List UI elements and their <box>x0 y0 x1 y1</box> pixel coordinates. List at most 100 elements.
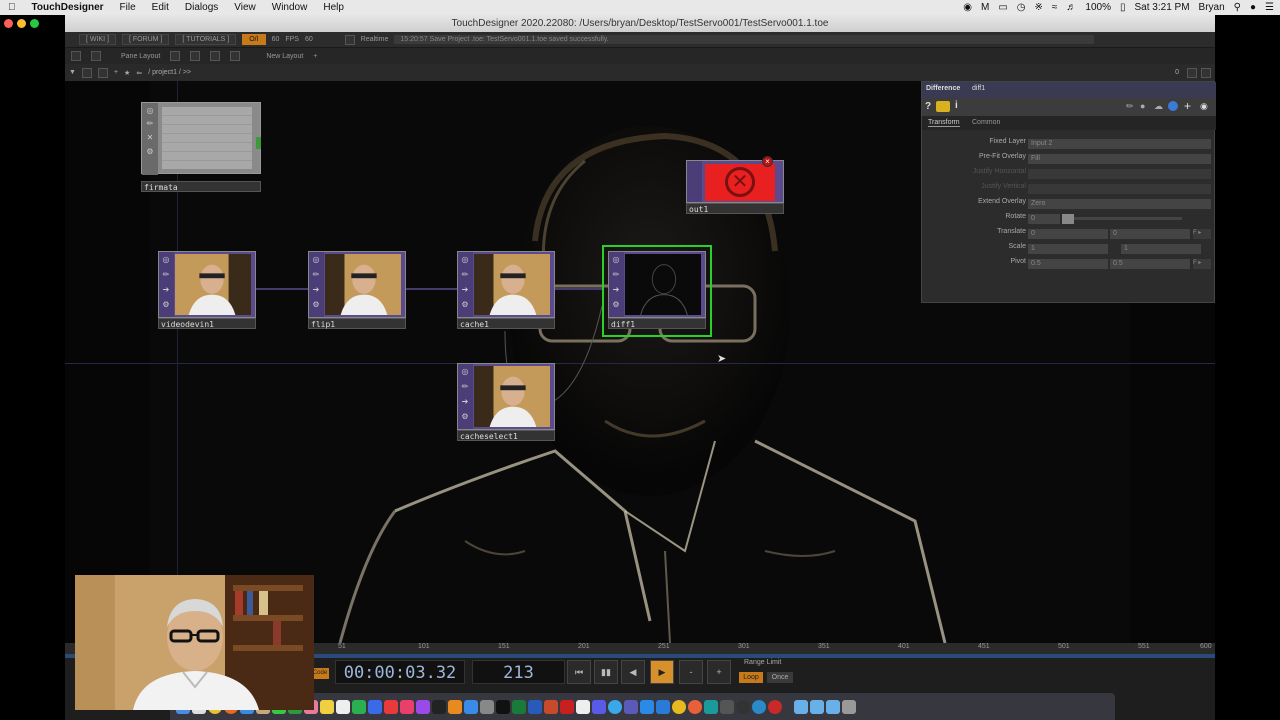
dock-powerpoint-icon[interactable] <box>544 699 558 714</box>
dock-textedit-icon[interactable] <box>576 699 590 714</box>
diff1-edit-icon[interactable]: ✏ <box>611 268 621 282</box>
dock-word-icon[interactable] <box>528 699 542 714</box>
step-back-button[interactable]: - <box>679 660 703 684</box>
node-diff1[interactable]: ◎ ✏ ➔ ⚙ diff1 <box>602 245 712 337</box>
menu-help[interactable]: Help <box>315 0 352 15</box>
dock-numbers-icon[interactable] <box>352 699 366 714</box>
dock-news-icon[interactable] <box>384 699 398 714</box>
menu-window[interactable]: Window <box>264 0 316 15</box>
play-reverse-button[interactable]: ◀ <box>621 660 645 684</box>
dock-chrome-canary-icon[interactable] <box>672 699 686 714</box>
fps-value[interactable]: 60 <box>305 36 313 43</box>
dock-globe-icon[interactable] <box>752 699 766 714</box>
maximize-pane-icon[interactable] <box>1187 67 1197 78</box>
translate-x-field[interactable]: 0 <box>1028 229 1108 239</box>
add-icon[interactable]: + <box>114 69 118 76</box>
settings-target-icon[interactable]: ◉ <box>1200 101 1208 112</box>
translate-y-field[interactable]: 0 <box>1110 229 1190 239</box>
dock-touchdesigner-icon[interactable] <box>720 699 734 714</box>
layout-preset-2[interactable] <box>190 51 201 61</box>
justify-vertical-menu[interactable] <box>1028 184 1211 194</box>
tab-common[interactable]: Common <box>972 119 1000 126</box>
flip1-edit-icon[interactable]: ✏ <box>311 268 321 282</box>
layout-preset-3[interactable] <box>210 51 221 61</box>
param-op-name[interactable]: diff1 <box>972 85 985 92</box>
videodevin1-arrow-icon[interactable]: ➔ <box>161 283 171 297</box>
layout-preset-1[interactable] <box>170 51 181 61</box>
dock-obs-icon[interactable] <box>736 699 750 714</box>
firmata-label[interactable]: firmata <box>141 181 261 192</box>
menu-view[interactable]: View <box>226 0 264 15</box>
videodevin1-viewer-icon[interactable]: ◎ <box>161 253 171 267</box>
add-param-icon[interactable]: + <box>1184 99 1191 113</box>
pane-home-icon[interactable] <box>91 51 101 61</box>
network-path[interactable]: / project1 / >> <box>148 69 191 76</box>
forum-button[interactable]: [ FORUM ] <box>121 34 170 45</box>
extend-overlay-menu[interactable]: Zero <box>1028 199 1211 209</box>
dock-keynote-icon[interactable] <box>368 699 382 714</box>
menubar-clock[interactable]: Sat 3:21 PM <box>1135 2 1190 13</box>
pause-button[interactable]: ▮▮ <box>594 660 618 684</box>
airplay-icon[interactable]: ▭ <box>998 2 1007 13</box>
rotate-slider-handle[interactable] <box>1062 214 1074 224</box>
cacheselect1-arrow-icon[interactable]: ➔ <box>460 395 470 409</box>
dock-screen-recorder-icon[interactable] <box>768 699 782 714</box>
clock-history-icon[interactable]: ◷ <box>1017 2 1026 13</box>
node-firmata[interactable]: ◎ ✏ ✕ ⚙ firmata <box>141 102 261 193</box>
zoom-window-button[interactable] <box>30 19 39 28</box>
wiki-button[interactable]: [ WIKI ] <box>79 34 116 45</box>
notification-center-icon[interactable]: ☰ <box>1265 2 1274 13</box>
edit-param-icon[interactable]: ✏ <box>1126 101 1134 112</box>
pivot-y-field[interactable]: 0.5 <box>1110 259 1190 269</box>
diff1-viewer-icon[interactable]: ◎ <box>611 253 621 267</box>
dock-downloads-folder-icon[interactable] <box>810 699 824 714</box>
node-flip1[interactable]: ◎ ✏ ➔ ⚙ flip1 <box>308 251 406 331</box>
diff1-arrow-icon[interactable]: ➔ <box>611 283 621 297</box>
pivot-x-field[interactable]: 0.5 <box>1028 259 1108 269</box>
translate-unit-menu[interactable]: F ▸ <box>1193 229 1211 239</box>
firmata-bypass-icon[interactable]: ✕ <box>145 131 155 145</box>
status-app-icon[interactable]: ◉ <box>963 2 972 13</box>
dock-reminders-icon[interactable] <box>336 699 350 714</box>
minimize-window-button[interactable] <box>17 19 26 28</box>
realtime-checkbox[interactable] <box>344 34 355 45</box>
flip1-arrow-icon[interactable]: ➔ <box>311 283 321 297</box>
bluetooth-icon[interactable]: ※ <box>1035 2 1043 13</box>
cache1-label[interactable]: cache1 <box>457 318 555 329</box>
pane-split-icon[interactable] <box>71 51 81 61</box>
dock-arduino-icon[interactable] <box>704 699 718 714</box>
out1-error-badge[interactable]: × <box>762 156 773 167</box>
stop-icon[interactable] <box>81 67 92 78</box>
flip1-viewer-icon[interactable]: ◎ <box>311 253 321 267</box>
tab-transform[interactable]: Transform <box>928 119 960 127</box>
add-layout-icon[interactable]: + <box>313 53 317 60</box>
menu-file[interactable]: File <box>112 0 144 15</box>
dock-documents-folder-icon[interactable] <box>826 699 840 714</box>
videodevin1-bypass-icon[interactable]: ⚙ <box>161 298 171 312</box>
timecode-display[interactable]: 00:00:03.32 <box>335 660 465 684</box>
once-button[interactable]: Once <box>767 672 793 683</box>
cache1-bypass-icon[interactable]: ⚙ <box>460 298 470 312</box>
flip1-bypass-icon[interactable]: ⚙ <box>311 298 321 312</box>
frame-display[interactable]: 213 <box>472 660 565 684</box>
dock-trash-icon[interactable] <box>842 699 856 714</box>
cache1-viewer-icon[interactable]: ◎ <box>460 253 470 267</box>
dock-zoom-icon[interactable] <box>640 699 654 714</box>
python-help-icon[interactable] <box>936 101 950 112</box>
out1-label[interactable]: out1 <box>686 203 784 214</box>
dock-teams-icon[interactable] <box>624 699 638 714</box>
flip1-label[interactable]: flip1 <box>308 318 406 329</box>
videodevin1-edit-icon[interactable]: ✏ <box>161 268 171 282</box>
dock-notes-icon[interactable] <box>320 699 334 714</box>
dock-terminal-icon[interactable] <box>496 699 510 714</box>
dock-podcasts-icon[interactable] <box>416 699 430 714</box>
prefit-overlay-menu[interactable]: Fill <box>1028 154 1211 164</box>
dock-music-icon[interactable] <box>400 699 414 714</box>
dock-folder-icon[interactable] <box>794 699 808 714</box>
diff1-bypass-icon[interactable]: ⚙ <box>611 298 621 312</box>
node-out1[interactable]: ✕ × out1 <box>686 156 784 215</box>
dock-settings-icon[interactable] <box>480 699 494 714</box>
dock-vscode-icon[interactable] <box>656 699 670 714</box>
scale-x-field[interactable]: 1 <box>1028 244 1108 254</box>
rotate-field[interactable]: 0 <box>1028 214 1060 224</box>
